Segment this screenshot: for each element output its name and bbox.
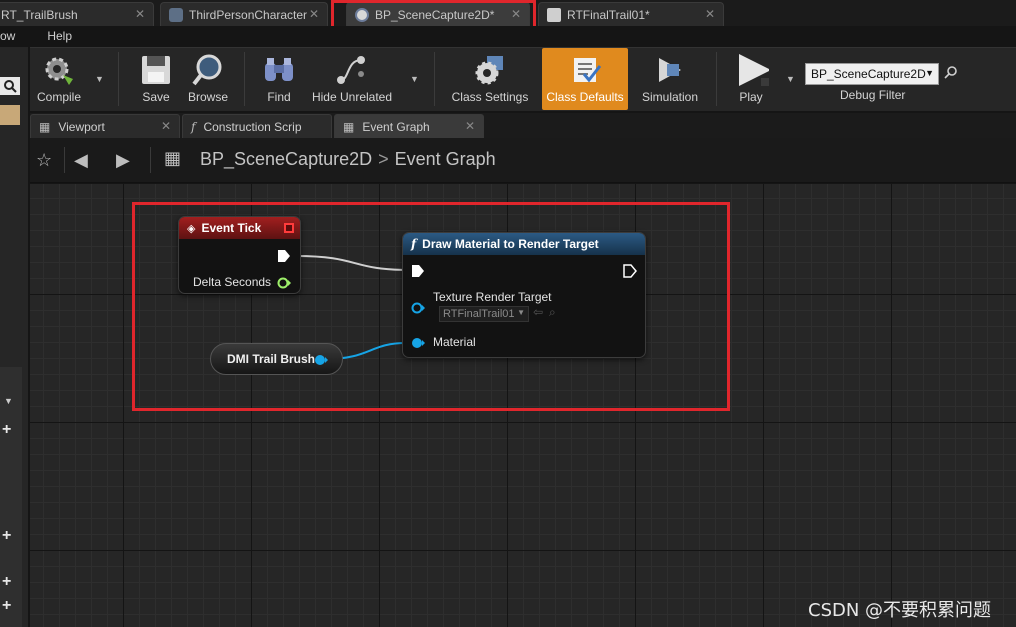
class-settings-label: Class Settings [451, 90, 529, 104]
left-panel: ▼ + + + + [0, 47, 28, 627]
breadcrumb-divider [64, 147, 65, 173]
add-icon[interactable]: + [2, 573, 11, 591]
close-icon[interactable]: ✕ [161, 119, 171, 133]
nodes-highlight [132, 202, 730, 411]
play-icon [733, 53, 769, 87]
debug-object-select[interactable]: BP_SceneCapture2D ▼ [805, 63, 939, 85]
class-settings-button[interactable]: Class Settings [448, 48, 532, 110]
breadcrumb-blueprint[interactable]: BP_SceneCapture2D [200, 149, 372, 169]
magnifier-icon [190, 53, 226, 87]
blueprint-icon [169, 7, 183, 22]
chevron-down-icon: ▼ [925, 68, 934, 78]
compile-icon [41, 53, 77, 87]
toolbar-divider [434, 52, 435, 106]
blueprint-toolbar: Compile ▼ Save Browse Find Hide Unrelate… [30, 47, 1016, 111]
graph-link-icon [334, 53, 370, 87]
browse-button[interactable]: Browse [182, 48, 234, 110]
close-icon[interactable]: ✕ [309, 7, 319, 21]
breadcrumb-divider [150, 147, 151, 173]
play-button[interactable]: Play [726, 48, 776, 110]
viewport-icon: ▦ [39, 119, 51, 134]
graph-breadcrumb-bar: ☆ ◀ ▶ ▦ BP_SceneCapture2D > Event Graph [30, 138, 1016, 183]
debug-filter-label: Debug Filter [840, 88, 906, 102]
tab-viewport[interactable]: ▦ Viewport ✕ [30, 114, 180, 138]
compile-label: Compile [36, 90, 81, 104]
panel-swatch [0, 105, 20, 125]
compile-button[interactable]: Compile [30, 48, 88, 110]
toolbar-divider [244, 52, 245, 106]
simulation-label: Simulation [641, 90, 699, 104]
menu-help[interactable]: Help [47, 29, 72, 43]
event-graph-icon: ▦ [343, 119, 355, 134]
chevron-down-icon[interactable]: ▼ [786, 74, 795, 84]
checklist-icon [567, 53, 603, 87]
toolbar-divider [716, 52, 717, 106]
menu-window[interactable]: ow [0, 29, 15, 43]
close-icon[interactable]: ✕ [705, 7, 715, 21]
doc-tab-label: RT_TrailBrush [1, 7, 78, 22]
simulation-button[interactable]: Simulation [636, 48, 704, 110]
tab-construction-label: Construction Scrip [203, 119, 302, 134]
chevron-down-icon[interactable]: ▼ [410, 74, 419, 84]
breadcrumb-graph[interactable]: Event Graph [395, 149, 496, 169]
function-icon: f [191, 119, 196, 134]
save-icon [138, 53, 174, 87]
find-label: Find [267, 90, 291, 104]
back-arrow-icon[interactable]: ◀ [74, 150, 88, 171]
search-icon [4, 80, 17, 93]
play-label: Play [739, 90, 763, 104]
event-graph-icon: ▦ [164, 148, 182, 168]
hide-unrelated-label: Hide Unrelated [311, 90, 393, 104]
gear-icon [472, 53, 508, 87]
doc-tab-label: ThirdPersonCharacter [189, 7, 308, 22]
graph-panel-tabs: ▦ Viewport ✕ f Construction Scrip ▦ Even… [30, 113, 1016, 138]
toolbar-divider [118, 52, 119, 106]
menu-bar: ow Help [0, 26, 1016, 46]
tab-viewport-label: Viewport [58, 119, 105, 134]
save-button[interactable]: Save [134, 48, 178, 110]
debug-object-value: BP_SceneCapture2D [811, 67, 926, 81]
tab-event-graph[interactable]: ▦ Event Graph ✕ [334, 114, 484, 138]
add-icon[interactable]: + [2, 421, 11, 439]
doc-tab-label: RTFinalTrail01* [567, 7, 650, 22]
chevron-down-icon[interactable]: ▼ [95, 74, 104, 84]
doc-tab-rt-trailbrush[interactable]: RT_TrailBrush ✕ [0, 2, 154, 26]
doc-tab-rtfinaltrail01[interactable]: RTFinalTrail01* ✕ [538, 2, 724, 26]
dropdown-arrow-icon[interactable]: ▼ [4, 396, 13, 406]
event-graph-canvas[interactable]: ◈ Event Tick Delta Seconds f Draw Materi… [30, 184, 1016, 627]
simulate-icon [652, 53, 688, 87]
star-icon[interactable]: ☆ [36, 150, 52, 171]
add-icon[interactable]: + [2, 597, 11, 615]
find-button[interactable]: Find [256, 48, 302, 110]
search-icon[interactable] [944, 65, 958, 79]
doc-tab-thirdpersoncharacter[interactable]: ThirdPersonCharacter ✕ [160, 2, 328, 26]
render-target-icon [547, 7, 561, 22]
save-label: Save [142, 90, 170, 104]
tab-event-graph-label: Event Graph [362, 119, 430, 134]
class-defaults-label: Class Defaults [546, 90, 624, 104]
class-defaults-button[interactable]: Class Defaults [542, 48, 628, 110]
forward-arrow-icon[interactable]: ▶ [116, 150, 130, 171]
add-icon[interactable]: + [2, 527, 11, 545]
watermark: CSDN @不要积累问题 [808, 600, 992, 621]
browse-label: Browse [187, 90, 228, 104]
breadcrumb: BP_SceneCapture2D > Event Graph [200, 149, 496, 170]
breadcrumb-separator: > [378, 149, 389, 169]
hide-unrelated-button[interactable]: Hide Unrelated [310, 48, 394, 110]
binoculars-icon [261, 53, 297, 87]
tab-construction-script[interactable]: f Construction Scrip [182, 114, 332, 138]
close-icon[interactable]: ✕ [135, 7, 145, 21]
close-icon[interactable]: ✕ [465, 119, 475, 133]
